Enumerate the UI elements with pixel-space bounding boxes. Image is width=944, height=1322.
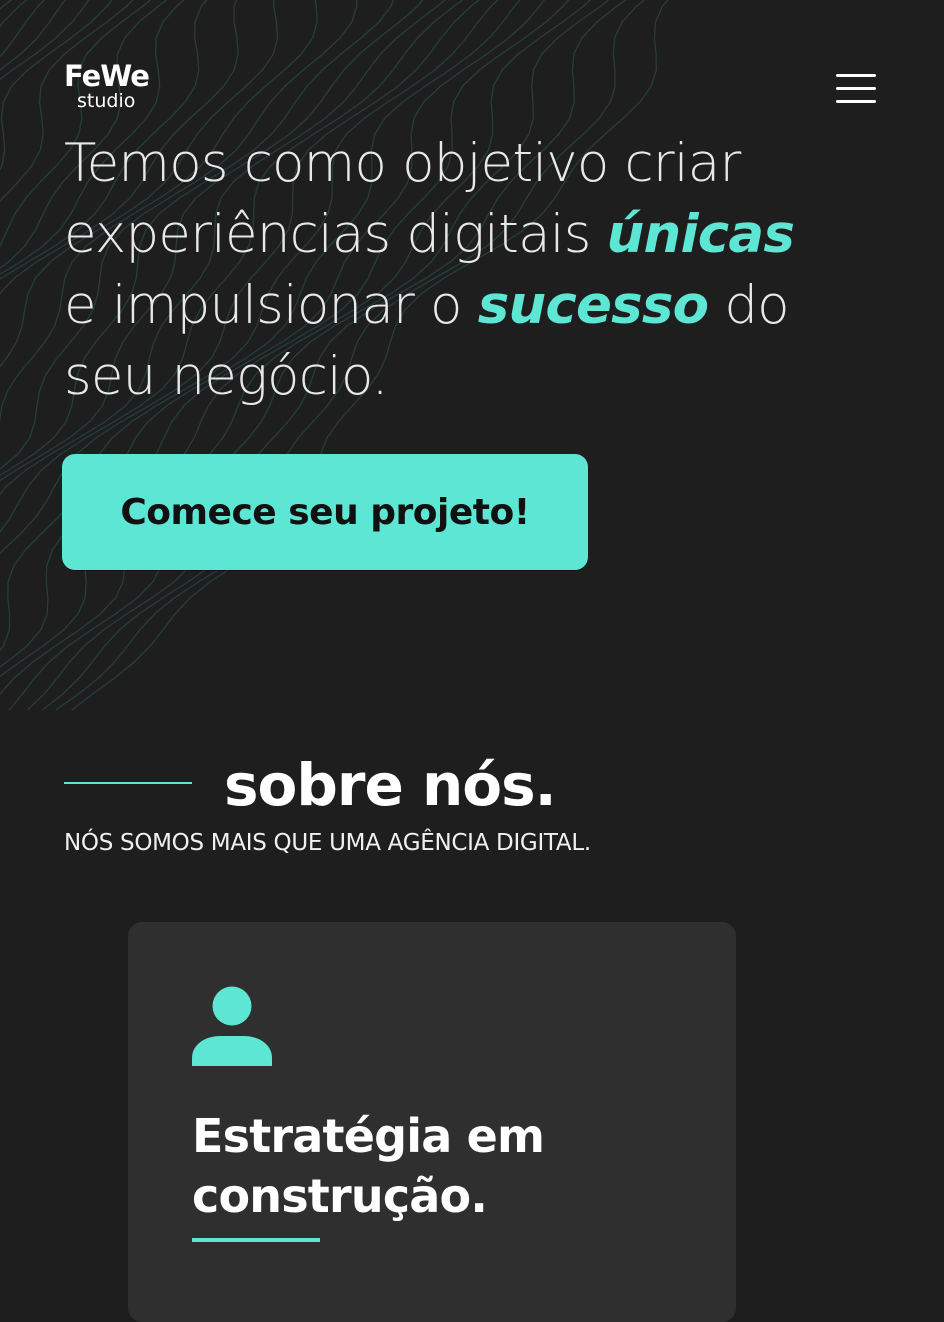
card-title-line-2: construção.: [192, 1169, 488, 1223]
hero-line-3: e impulsionar o: [64, 275, 462, 336]
hero-accent-sucesso: sucesso: [477, 275, 709, 336]
about-section-subtitle: NÓS SOMOS MAIS QUE UMA AGÊNCIA DIGITAL.: [64, 830, 591, 856]
hero-headline: Temos como objetivo criar experiências d…: [64, 128, 924, 412]
hero-line-3-suffix: do: [724, 275, 789, 336]
hero-accent-unicas: únicas: [606, 204, 795, 265]
card-title: Estratégia em construção.: [192, 1106, 672, 1226]
hero-line-2: experiências digitais: [64, 204, 591, 265]
about-section-divider: [64, 782, 192, 784]
fewe-studio-logo[interactable]: FeWe studio: [64, 60, 174, 116]
logo-wordmark: FeWe: [64, 59, 150, 93]
about-section-title: sobre nós.: [224, 751, 557, 819]
user-icon: [192, 986, 272, 1066]
logo-subtitle: studio: [77, 90, 136, 112]
card-title-underline: [192, 1238, 320, 1242]
strategy-card: Estratégia em construção.: [128, 922, 736, 1322]
card-title-line-1: Estratégia em: [192, 1109, 545, 1163]
hamburger-menu-icon[interactable]: [832, 68, 880, 108]
hero-line-4: seu negócio.: [64, 346, 389, 407]
hero-line-1: Temos como objetivo criar: [64, 133, 741, 194]
start-project-button[interactable]: Comece seu projeto!: [62, 454, 588, 570]
site-header: FeWe studio: [0, 0, 944, 130]
